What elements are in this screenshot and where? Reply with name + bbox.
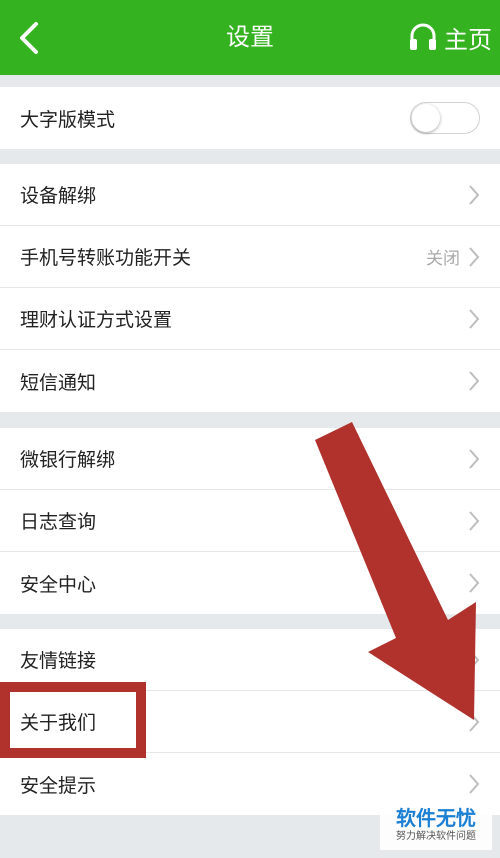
settings-row-security-center[interactable]: 安全中心 — [0, 552, 500, 614]
row-right: 关闭 — [426, 244, 480, 269]
row-label: 短信通知 — [20, 371, 97, 394]
chevron-right-icon — [469, 184, 480, 205]
settings-row-large-font: 大字版模式 — [0, 87, 500, 149]
settings-row-log-query[interactable]: 日志查询 — [0, 490, 500, 552]
chevron-right-icon — [469, 649, 480, 670]
row-label: 设备解绑 — [20, 185, 97, 207]
row-value: 关闭 — [426, 249, 460, 269]
chevron-right-icon — [469, 774, 480, 794]
chevron-right-icon — [469, 573, 480, 593]
row-label: 大字版模式 — [20, 108, 116, 131]
home-button[interactable]: 主页 — [408, 0, 492, 75]
settings-row-finance-auth[interactable]: 理财认证方式设置 — [0, 288, 500, 350]
toggle-knob — [412, 104, 440, 132]
watermark: 软件无忧 努力解决软件问题 — [380, 806, 492, 850]
row-label: 手机号转账功能开关 — [20, 247, 192, 269]
row-label: 微银行解绑 — [20, 449, 116, 471]
chevron-right-icon — [469, 448, 480, 469]
row-label: 安全提示 — [20, 774, 97, 797]
settings-row-device-unbind[interactable]: 设备解绑 — [0, 164, 500, 226]
settings-group-about: 友情链接 关于我们 安全提示 — [0, 629, 500, 815]
large-font-toggle[interactable] — [410, 102, 480, 134]
chevron-right-icon — [469, 371, 480, 391]
settings-row-about-us[interactable]: 关于我们 — [0, 691, 500, 753]
row-label: 理财认证方式设置 — [20, 309, 173, 331]
headset-icon — [410, 23, 436, 50]
home-label: 主页 — [444, 26, 492, 54]
top-bar: 设置 主页 — [0, 0, 500, 75]
chevron-right-icon — [469, 308, 480, 329]
settings-group-account: 设备解绑 手机号转账功能开关 关闭 理财认证方式设置 短信通知 — [0, 164, 500, 412]
chevron-right-icon — [469, 246, 480, 267]
watermark-title: 软件无忧 — [396, 806, 476, 830]
settings-group-security: 微银行解绑 日志查询 安全中心 — [0, 428, 500, 614]
settings-group-display: 大字版模式 — [0, 87, 500, 149]
settings-row-phone-transfer[interactable]: 手机号转账功能开关 关闭 — [0, 226, 500, 288]
settings-row-friend-links[interactable]: 友情链接 — [0, 629, 500, 691]
row-label: 友情链接 — [20, 650, 97, 672]
row-label: 安全中心 — [20, 573, 97, 596]
row-label: 日志查询 — [20, 511, 97, 533]
settings-row-sms-notify[interactable]: 短信通知 — [0, 350, 500, 412]
settings-row-wechat-bank-unbind[interactable]: 微银行解绑 — [0, 428, 500, 490]
row-label: 关于我们 — [20, 712, 97, 734]
chevron-right-icon — [469, 510, 480, 531]
chevron-right-icon — [469, 711, 480, 732]
watermark-subtitle: 努力解决软件问题 — [396, 831, 476, 842]
